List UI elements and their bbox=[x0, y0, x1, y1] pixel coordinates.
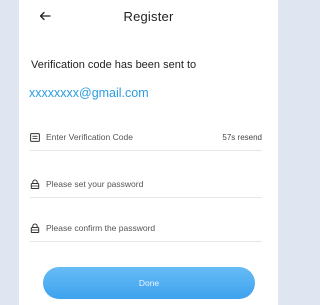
message-icon bbox=[30, 132, 41, 143]
done-label: Done bbox=[138, 278, 160, 288]
email-address: xxxxxxxx@gmail.com bbox=[29, 86, 149, 100]
confirm-password-placeholder: Please confirm the password bbox=[46, 223, 156, 233]
lock-icon bbox=[30, 223, 41, 234]
register-screen: Register Verification code has been sent… bbox=[19, 0, 278, 305]
page-title: Register bbox=[123, 9, 174, 24]
resend-button[interactable]: 57s resend bbox=[222, 133, 262, 142]
header: Register bbox=[19, 0, 278, 34]
sent-message: Verification code has been sent to bbox=[31, 59, 197, 71]
password-field[interactable]: Please set your password bbox=[30, 171, 262, 198]
lock-icon bbox=[30, 179, 41, 190]
password-placeholder: Please set your password bbox=[46, 179, 144, 189]
confirm-password-field[interactable]: Please confirm the password bbox=[30, 215, 262, 242]
verification-code-placeholder: Enter Verification Code bbox=[46, 132, 133, 142]
done-button[interactable]: Done bbox=[43, 267, 255, 299]
verification-code-field[interactable]: Enter Verification Code 57s resend bbox=[30, 124, 262, 151]
